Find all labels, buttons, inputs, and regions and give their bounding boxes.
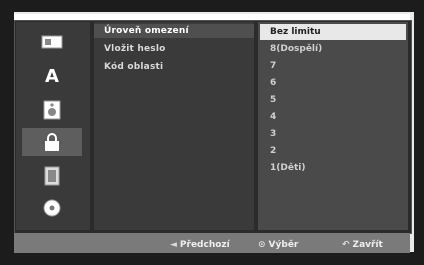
menu-item-set-password[interactable]: Vložit heslo xyxy=(104,44,166,54)
lock-icon xyxy=(45,133,59,151)
sidebar-item-disc[interactable] xyxy=(22,28,82,56)
option-7[interactable]: 7 xyxy=(270,61,276,71)
option-5[interactable]: 5 xyxy=(270,95,276,105)
sidebar-item-film[interactable] xyxy=(22,162,82,190)
audio-speaker-icon xyxy=(43,100,61,120)
hint-close-label: Zavřít xyxy=(352,240,383,250)
sidebar: A xyxy=(16,22,90,230)
option-8-adult[interactable]: 8(Dospělí) xyxy=(270,44,322,54)
hint-select-label: Výběr xyxy=(268,240,299,250)
disc-settings-icon xyxy=(41,35,63,49)
sidebar-item-language[interactable]: A xyxy=(22,62,82,90)
hint-close[interactable]: ↶ Zavřít xyxy=(342,240,383,250)
option-4[interactable]: 4 xyxy=(270,112,276,122)
dvd-disc-icon xyxy=(43,199,61,217)
hint-previous[interactable]: ◄ Předchozí xyxy=(170,240,230,250)
sidebar-item-lock[interactable] xyxy=(22,128,82,156)
option-1-children[interactable]: 1(Děti) xyxy=(270,163,305,173)
film-icon xyxy=(44,166,60,186)
hint-select[interactable]: ⊙ Výběr xyxy=(258,240,298,250)
language-icon: A xyxy=(45,65,59,87)
option-6[interactable]: 6 xyxy=(270,78,276,88)
sidebar-item-audio[interactable] xyxy=(22,96,82,124)
option-3[interactable]: 3 xyxy=(270,129,276,139)
left-arrow-icon: ◄ xyxy=(170,240,177,250)
menu-item-area-code[interactable]: Kód oblasti xyxy=(104,62,163,72)
select-icon: ⊙ xyxy=(258,240,266,250)
hint-previous-label: Předchozí xyxy=(179,240,230,250)
option-no-limit[interactable]: Bez limitu xyxy=(270,27,321,37)
option-2[interactable]: 2 xyxy=(270,146,276,156)
menu-item-rating-level[interactable]: Úroveň omezení xyxy=(104,26,189,36)
return-icon: ↶ xyxy=(342,240,350,250)
sidebar-item-disc-others[interactable] xyxy=(22,194,82,222)
